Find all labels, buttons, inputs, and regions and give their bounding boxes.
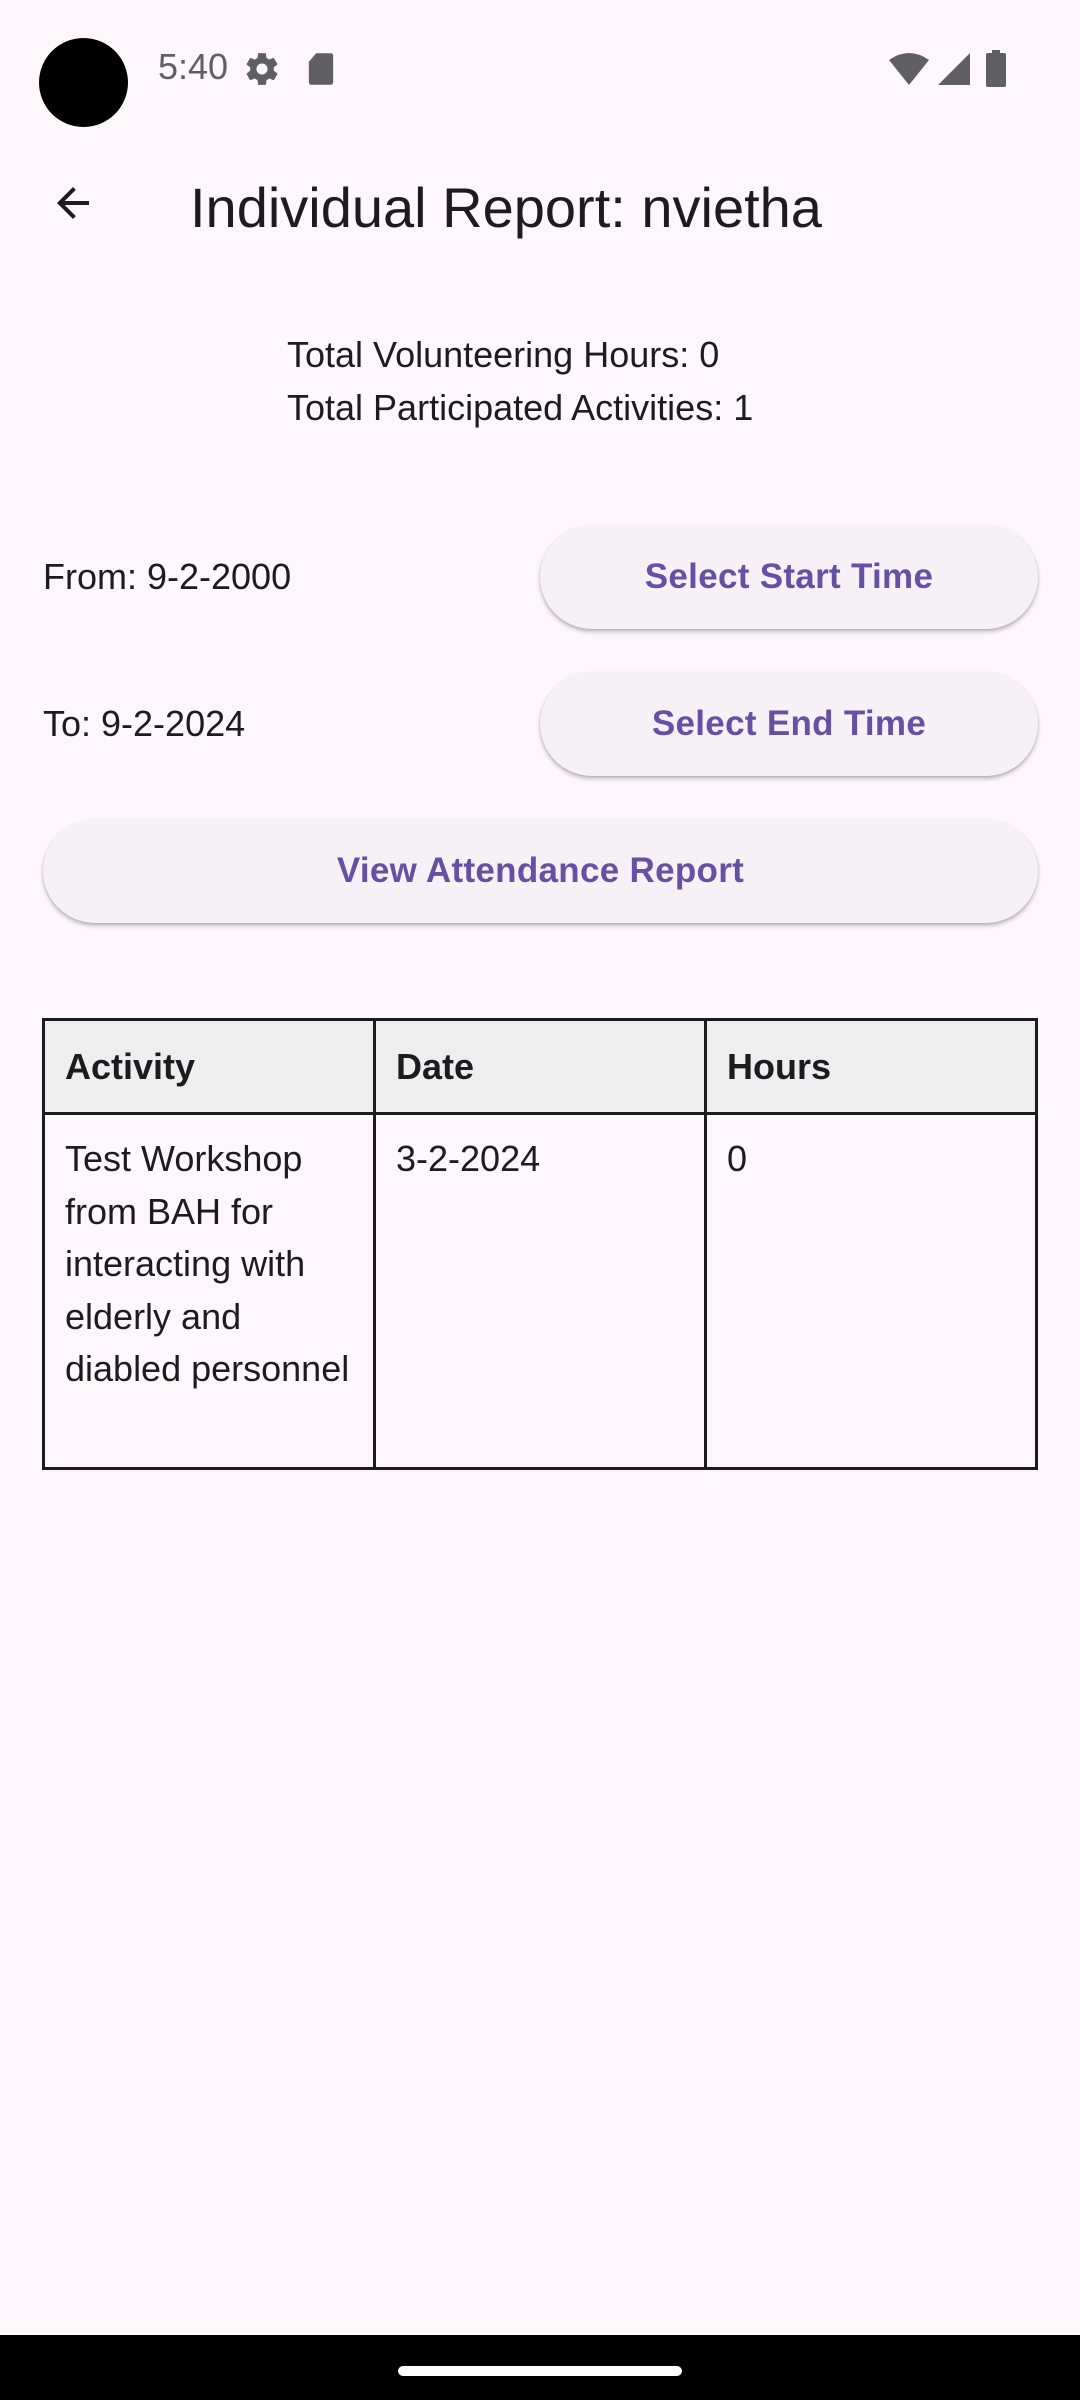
arrow-back-icon [49, 179, 97, 232]
table-header-row: Activity Date Hours [42, 1018, 1038, 1115]
report-summary: Total Volunteering Hours: 0 Total Partic… [287, 328, 753, 434]
settings-gear-icon [243, 50, 281, 93]
column-header-activity: Activity [42, 1018, 376, 1115]
cellular-signal-icon [936, 52, 972, 91]
column-header-hours: Hours [704, 1018, 1038, 1115]
home-indicator[interactable] [398, 2366, 682, 2376]
select-end-time-button[interactable]: Select End Time [540, 672, 1038, 776]
status-bar: 5:40 [0, 0, 1080, 140]
date-cell: 3-2-2024 [373, 1112, 707, 1470]
select-start-time-button[interactable]: Select Start Time [540, 525, 1038, 629]
front-camera-cutout [39, 38, 128, 127]
battery-icon [985, 50, 1007, 93]
attendance-table: Activity Date Hours Test Workshop from B… [42, 1018, 1038, 1470]
page-title: Individual Report: nvietha [190, 176, 822, 239]
hours-cell: 0 [704, 1112, 1038, 1470]
table-row: Test Workshop from BAH for interacting w… [42, 1112, 1038, 1470]
from-date-label: From: 9-2-2000 [43, 556, 292, 597]
to-date-label: To: 9-2-2024 [43, 703, 246, 744]
back-button[interactable] [38, 170, 108, 240]
total-activities-text: Total Participated Activities: 1 [287, 387, 754, 428]
column-header-date: Date [373, 1018, 707, 1115]
view-attendance-report-button[interactable]: View Attendance Report [43, 819, 1038, 923]
sd-card-icon [306, 52, 336, 91]
wifi-icon [888, 52, 930, 91]
total-hours-text: Total Volunteering Hours: 0 [287, 334, 720, 375]
activity-cell: Test Workshop from BAH for interacting w… [42, 1112, 376, 1470]
status-time: 5:40 [158, 46, 229, 87]
screen: 5:40 Individual Report: nvietha Total Vo… [0, 0, 1080, 2400]
